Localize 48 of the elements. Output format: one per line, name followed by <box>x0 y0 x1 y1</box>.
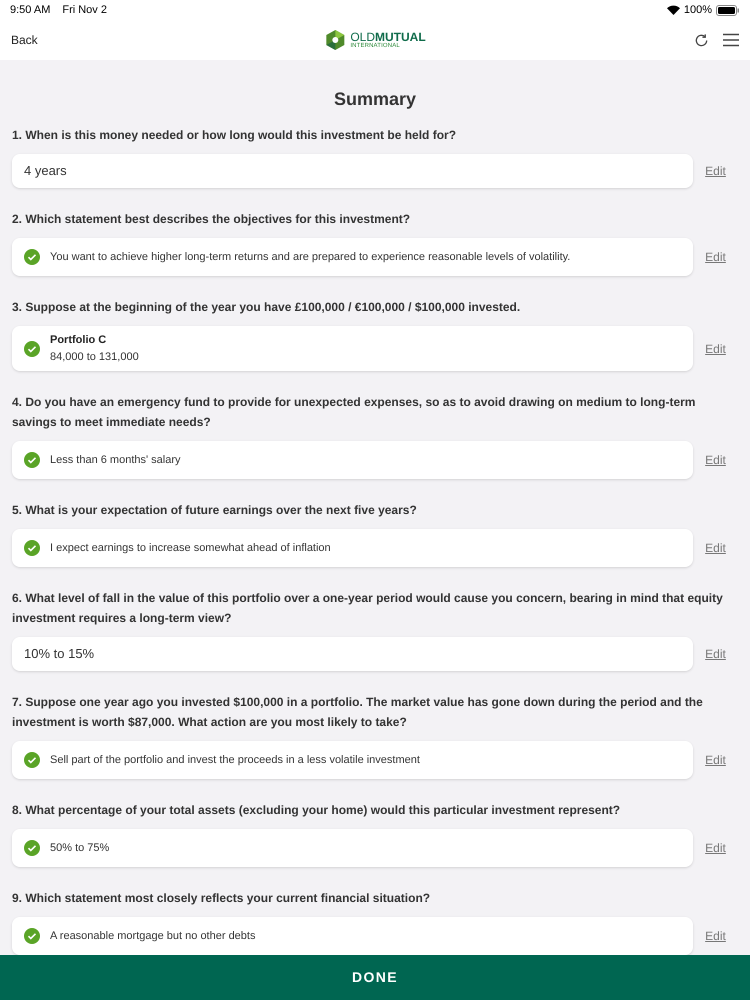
page-title: Summary <box>332 88 418 111</box>
edit-link[interactable]: Edit <box>705 248 726 266</box>
logo-icon <box>324 29 346 51</box>
logo-text: OLD <box>350 31 376 43</box>
answer-text: You want to achieve higher long-term returns and are prepared to experience reasonable levels of volatility. <box>50 250 570 265</box>
status-time: 9:50 AM <box>10 2 50 18</box>
question-text: 3. Suppose at the beginning of the year you have £100,000 / €100,000 / $100,000 invested. <box>12 299 522 316</box>
menu-icon[interactable] <box>723 33 739 47</box>
edit-link[interactable]: Edit <box>705 539 726 557</box>
back-button[interactable]: Back <box>11 31 38 49</box>
answer-title: Portfolio C <box>50 333 108 348</box>
battery-icon <box>716 4 740 16</box>
check-icon <box>24 840 40 856</box>
question-text: 9. Which statement most closely reflects your current financial situation? <box>12 890 432 907</box>
edit-link[interactable]: Edit <box>705 340 726 358</box>
edit-link[interactable]: Edit <box>705 162 726 180</box>
question-text: 4. Do you have an emergency fund to provide for unexpected expenses, so as to avoid drawing on medium to long-term savings to meet immediate needs? <box>12 394 696 431</box>
done-button[interactable]: DONE <box>0 955 750 1000</box>
answer-text: 84,000 to 131,000 <box>50 350 139 364</box>
check-icon <box>24 752 40 768</box>
answer-text: 4 years <box>24 162 67 180</box>
logo-text: MUTUAL <box>375 31 426 43</box>
edit-link[interactable]: Edit <box>705 751 726 769</box>
answer-text: 50% to 75% <box>50 840 110 856</box>
edit-link[interactable]: Edit <box>705 451 726 469</box>
wifi-icon <box>666 5 680 15</box>
check-icon <box>24 540 40 556</box>
check-icon <box>24 452 40 468</box>
question-text: 8. What percentage of your total assets (excluding your home) would this particular investment represent? <box>12 802 622 819</box>
status-date: Fri Nov 2 <box>62 2 107 18</box>
answer-text: 10% to 15% <box>24 645 94 664</box>
question-text: 2. Which statement best describes the objectives for this investment? <box>12 211 412 228</box>
question-text: 1. When is this money needed or how long would this investment be held for? <box>12 127 458 144</box>
check-icon <box>24 340 40 356</box>
edit-link[interactable]: Edit <box>705 839 726 857</box>
question-text: 7. Suppose one year ago you invested $100,000 in a portfolio. The market value has gone down during the period and the investment is worth $87,000. What action are you most likely to take? <box>12 694 704 731</box>
check-icon <box>24 928 40 944</box>
question-text: 5. What is your expectation of future earnings over the next five years? <box>12 502 418 519</box>
answer-text: A reasonable mortgage but no other debts <box>50 928 256 944</box>
check-icon <box>24 249 40 265</box>
answer-text: Less than 6 months' salary <box>50 452 181 468</box>
refresh-icon[interactable] <box>694 32 709 48</box>
question-text: 6. What level of fall in the value of this portfolio over a one-year period would cause you concern, bearing in mind that equity investment requires a long-term view? <box>12 590 724 627</box>
edit-link[interactable]: Edit <box>705 645 726 663</box>
answer-text: Sell part of the portfolio and invest the proceeds in a less volatile investment <box>50 752 420 768</box>
edit-link[interactable]: Edit <box>705 927 726 945</box>
answer-text: I expect earnings to increase somewhat ahead of inflation <box>50 540 331 556</box>
battery-level: 100% <box>684 2 712 18</box>
